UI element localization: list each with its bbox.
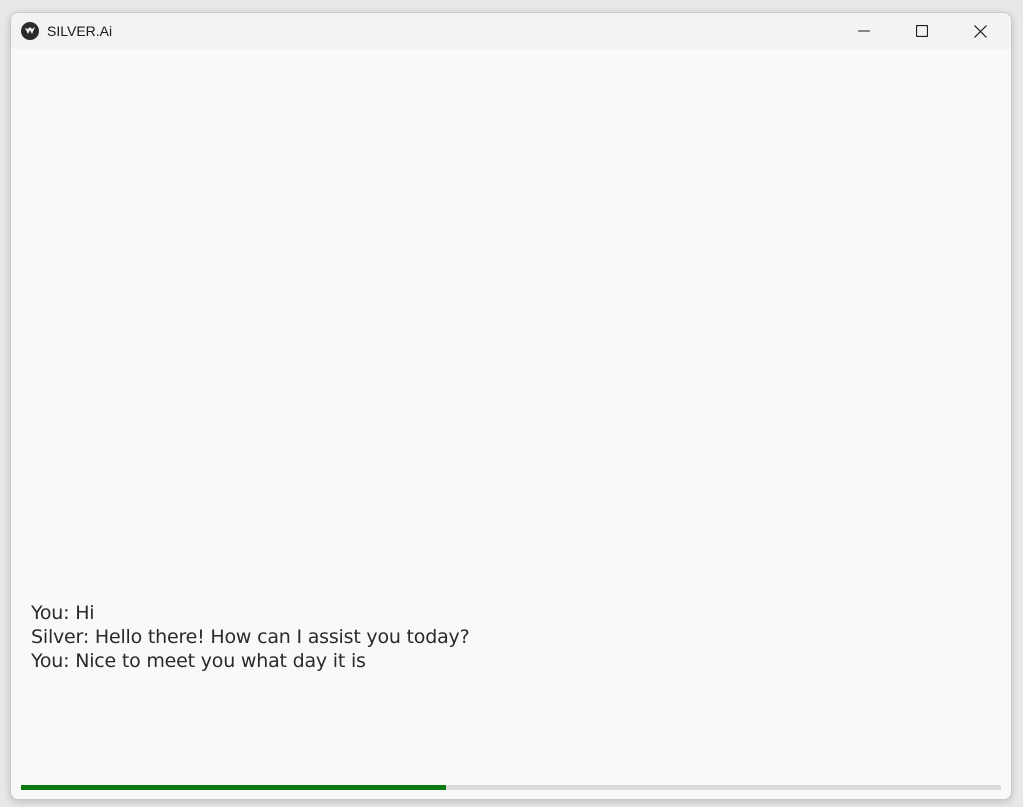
- maximize-button[interactable]: [893, 13, 951, 49]
- window-title: SILVER.Ai: [47, 23, 113, 39]
- chat-area: You: Hi Silver: Hello there! How can I a…: [11, 49, 1011, 784]
- chat-message: You: Nice to meet you what day it is: [31, 650, 366, 672]
- chat-log: You: Hi Silver: Hello there! How can I a…: [31, 601, 991, 673]
- app-window: SILVER.Ai You: Hi Silver: Hello there! H…: [10, 12, 1012, 800]
- maximize-icon: [916, 25, 928, 37]
- chat-message: You: Hi: [31, 602, 95, 624]
- minimize-button[interactable]: [835, 13, 893, 49]
- minimize-icon: [858, 30, 870, 32]
- title-bar[interactable]: SILVER.Ai: [11, 13, 1011, 49]
- progress-bar-fill: [21, 785, 447, 790]
- chat-message: Silver: Hello there! How can I assist yo…: [31, 626, 470, 648]
- progress-bar: [21, 785, 1001, 790]
- kivy-logo-icon: [21, 22, 39, 40]
- close-button[interactable]: [951, 13, 1009, 49]
- close-icon: [973, 24, 987, 38]
